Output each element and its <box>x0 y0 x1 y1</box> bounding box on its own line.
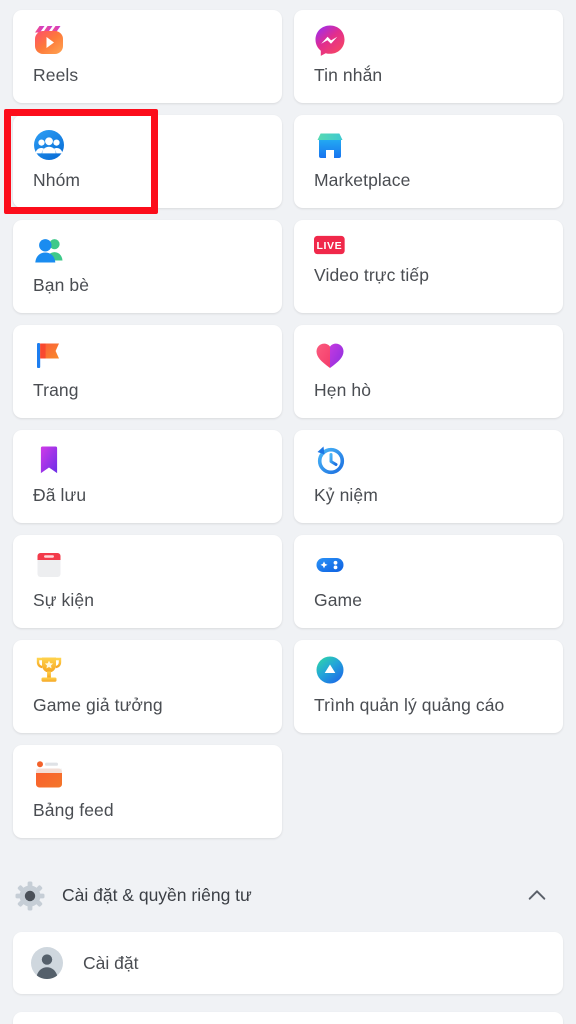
reels-icon <box>33 24 282 56</box>
shortcut-card[interactable]: Kỷ niệm <box>294 430 563 523</box>
shortcut-card[interactable]: LIVE Video trực tiếp <box>294 220 563 313</box>
grid-spacer <box>294 745 563 838</box>
shortcut-card[interactable]: Game <box>294 535 563 628</box>
shortcut-label: Kỷ niệm <box>314 485 378 505</box>
trophy-icon <box>33 654 282 686</box>
gear-icon <box>14 880 45 911</box>
groups-icon <box>33 129 282 161</box>
feeds-board-icon <box>33 759 282 791</box>
shortcut-card[interactable]: Sự kiện <box>13 535 282 628</box>
shortcut-card[interactable]: Đã lưu <box>13 430 282 523</box>
shortcut-label: Đã lưu <box>33 485 87 505</box>
facebook-menu-screen: Reels Tin nhắn Nhóm Marketplace Bạn bè L… <box>0 0 576 1024</box>
chevron-up-icon[interactable] <box>526 884 548 906</box>
settings-row-cai-dat[interactable]: Cài đặt <box>13 932 563 994</box>
saved-bookmark-icon <box>33 444 282 476</box>
marketplace-icon <box>314 129 563 161</box>
shortcut-label: Reels <box>33 65 79 85</box>
settings-row-label: Cài đặt <box>83 952 139 973</box>
shortcut-label: Game <box>314 590 363 610</box>
shortcut-label: Marketplace <box>314 170 411 190</box>
shortcut-label: Tin nhắn <box>314 65 383 85</box>
shortcut-card[interactable]: Tin nhắn <box>294 10 563 103</box>
shortcut-label: Bạn bè <box>33 275 90 295</box>
gamepad-icon <box>314 549 563 581</box>
live-video-icon: LIVE <box>314 234 563 256</box>
shortcuts-grid: Reels Tin nhắn Nhóm Marketplace Bạn bè L… <box>13 10 563 838</box>
settings-section-title: Cài đặt & quyền riêng tư <box>62 884 252 905</box>
settings-row-partial[interactable] <box>13 1012 563 1024</box>
shortcut-label: Sự kiện <box>33 590 95 610</box>
svg-text:LIVE: LIVE <box>316 240 342 252</box>
pages-flag-icon <box>33 339 282 371</box>
account-avatar-icon <box>31 947 63 979</box>
shortcut-label: Game giả tưởng <box>33 695 163 715</box>
shortcut-card[interactable]: Hẹn hò <box>294 325 563 418</box>
shortcut-card[interactable]: Bạn bè <box>13 220 282 313</box>
shortcut-card[interactable]: Trình quản lý quảng cáo <box>294 640 563 733</box>
dating-heart-icon <box>314 339 563 371</box>
shortcut-label: Trình quản lý quảng cáo <box>314 695 505 715</box>
shortcut-label: Video trực tiếp <box>314 265 430 285</box>
memories-clock-icon <box>314 444 563 476</box>
shortcut-card[interactable]: Nhóm <box>13 115 282 208</box>
shortcut-card[interactable]: Bảng feed <box>13 745 282 838</box>
shortcut-label: Nhóm <box>33 170 81 190</box>
shortcut-label: Trang <box>33 380 79 400</box>
friends-icon <box>33 234 282 266</box>
events-calendar-icon <box>33 549 282 581</box>
settings-section-header[interactable]: Cài đặt & quyền riêng tư <box>0 868 576 922</box>
shortcut-card[interactable]: Trang <box>13 325 282 418</box>
ads-manager-icon <box>314 654 563 686</box>
shortcut-label: Hẹn hò <box>314 380 372 400</box>
shortcut-card[interactable]: Marketplace <box>294 115 563 208</box>
messenger-icon <box>314 24 563 56</box>
shortcut-card[interactable]: Game giả tưởng <box>13 640 282 733</box>
shortcut-label: Bảng feed <box>33 800 114 820</box>
shortcut-card[interactable]: Reels <box>13 10 282 103</box>
